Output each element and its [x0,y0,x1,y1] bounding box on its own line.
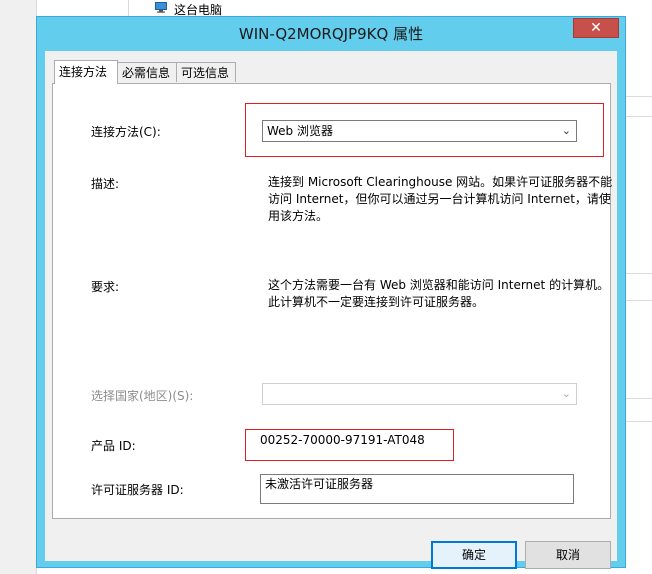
license-server-id-field[interactable]: 未激活许可证服务器 [260,474,574,504]
connection-method-value: Web 浏览器 [267,124,333,138]
ok-button[interactable]: 确定 [431,541,517,569]
tab-optional-info[interactable]: 可选信息 [176,62,236,82]
connection-method-label: 连接方法(C): [91,125,161,139]
description-text: 连接到 Microsoft Clearinghouse 网站。如果许可证服务器不… [268,175,613,223]
license-server-id-value: 未激活许可证服务器 [265,477,374,491]
divider [626,116,652,117]
cancel-button[interactable]: 取消 [525,541,611,569]
description-label: 描述: [91,177,120,191]
divider [626,273,652,274]
tab-connection-method[interactable]: 连接方法 [54,60,118,84]
dialog-title: WIN-Q2MORQJP9KQ 属性 [238,25,424,43]
requirements-label: 要求: [91,280,120,294]
product-id-label: 产品 ID: [91,439,136,453]
dialog-client-area: 连接方法 必需信息 可选信息 连接方法(C): Web 浏览器 ⌄ 描述: 连接… [45,51,617,569]
tab-required-info[interactable]: 必需信息 [117,62,177,82]
chevron-down-icon: ⌄ [561,387,571,400]
tab-panel: 连接方法(C): Web 浏览器 ⌄ 描述: 连接到 Microsoft Cle… [52,83,613,519]
divider [626,398,652,399]
background-window-right [626,18,652,574]
background-window-left [0,0,37,574]
divider [626,421,652,422]
license-server-id-label: 许可证服务器 ID: [91,483,184,497]
product-id-value: 00252-70000-97191-AT048 [260,433,425,447]
divider [626,300,652,301]
country-label: 选择国家(地区)(S): [91,389,194,403]
close-button[interactable]: ✕ [573,18,619,38]
divider [626,96,652,97]
connection-method-select[interactable]: Web 浏览器 ⌄ [262,120,577,142]
country-select[interactable]: ⌄ [262,383,577,405]
chevron-down-icon: ⌄ [561,124,571,137]
properties-dialog: WIN-Q2MORQJP9KQ 属性 ✕ 连接方法 必需信息 可选信息 连接方法… [36,16,626,569]
computer-icon [155,2,167,13]
requirements-text: 这个方法需要一台有 Web 浏览器和能访问 Internet 的计算机。此计算机… [268,278,610,309]
close-icon: ✕ [590,20,602,36]
